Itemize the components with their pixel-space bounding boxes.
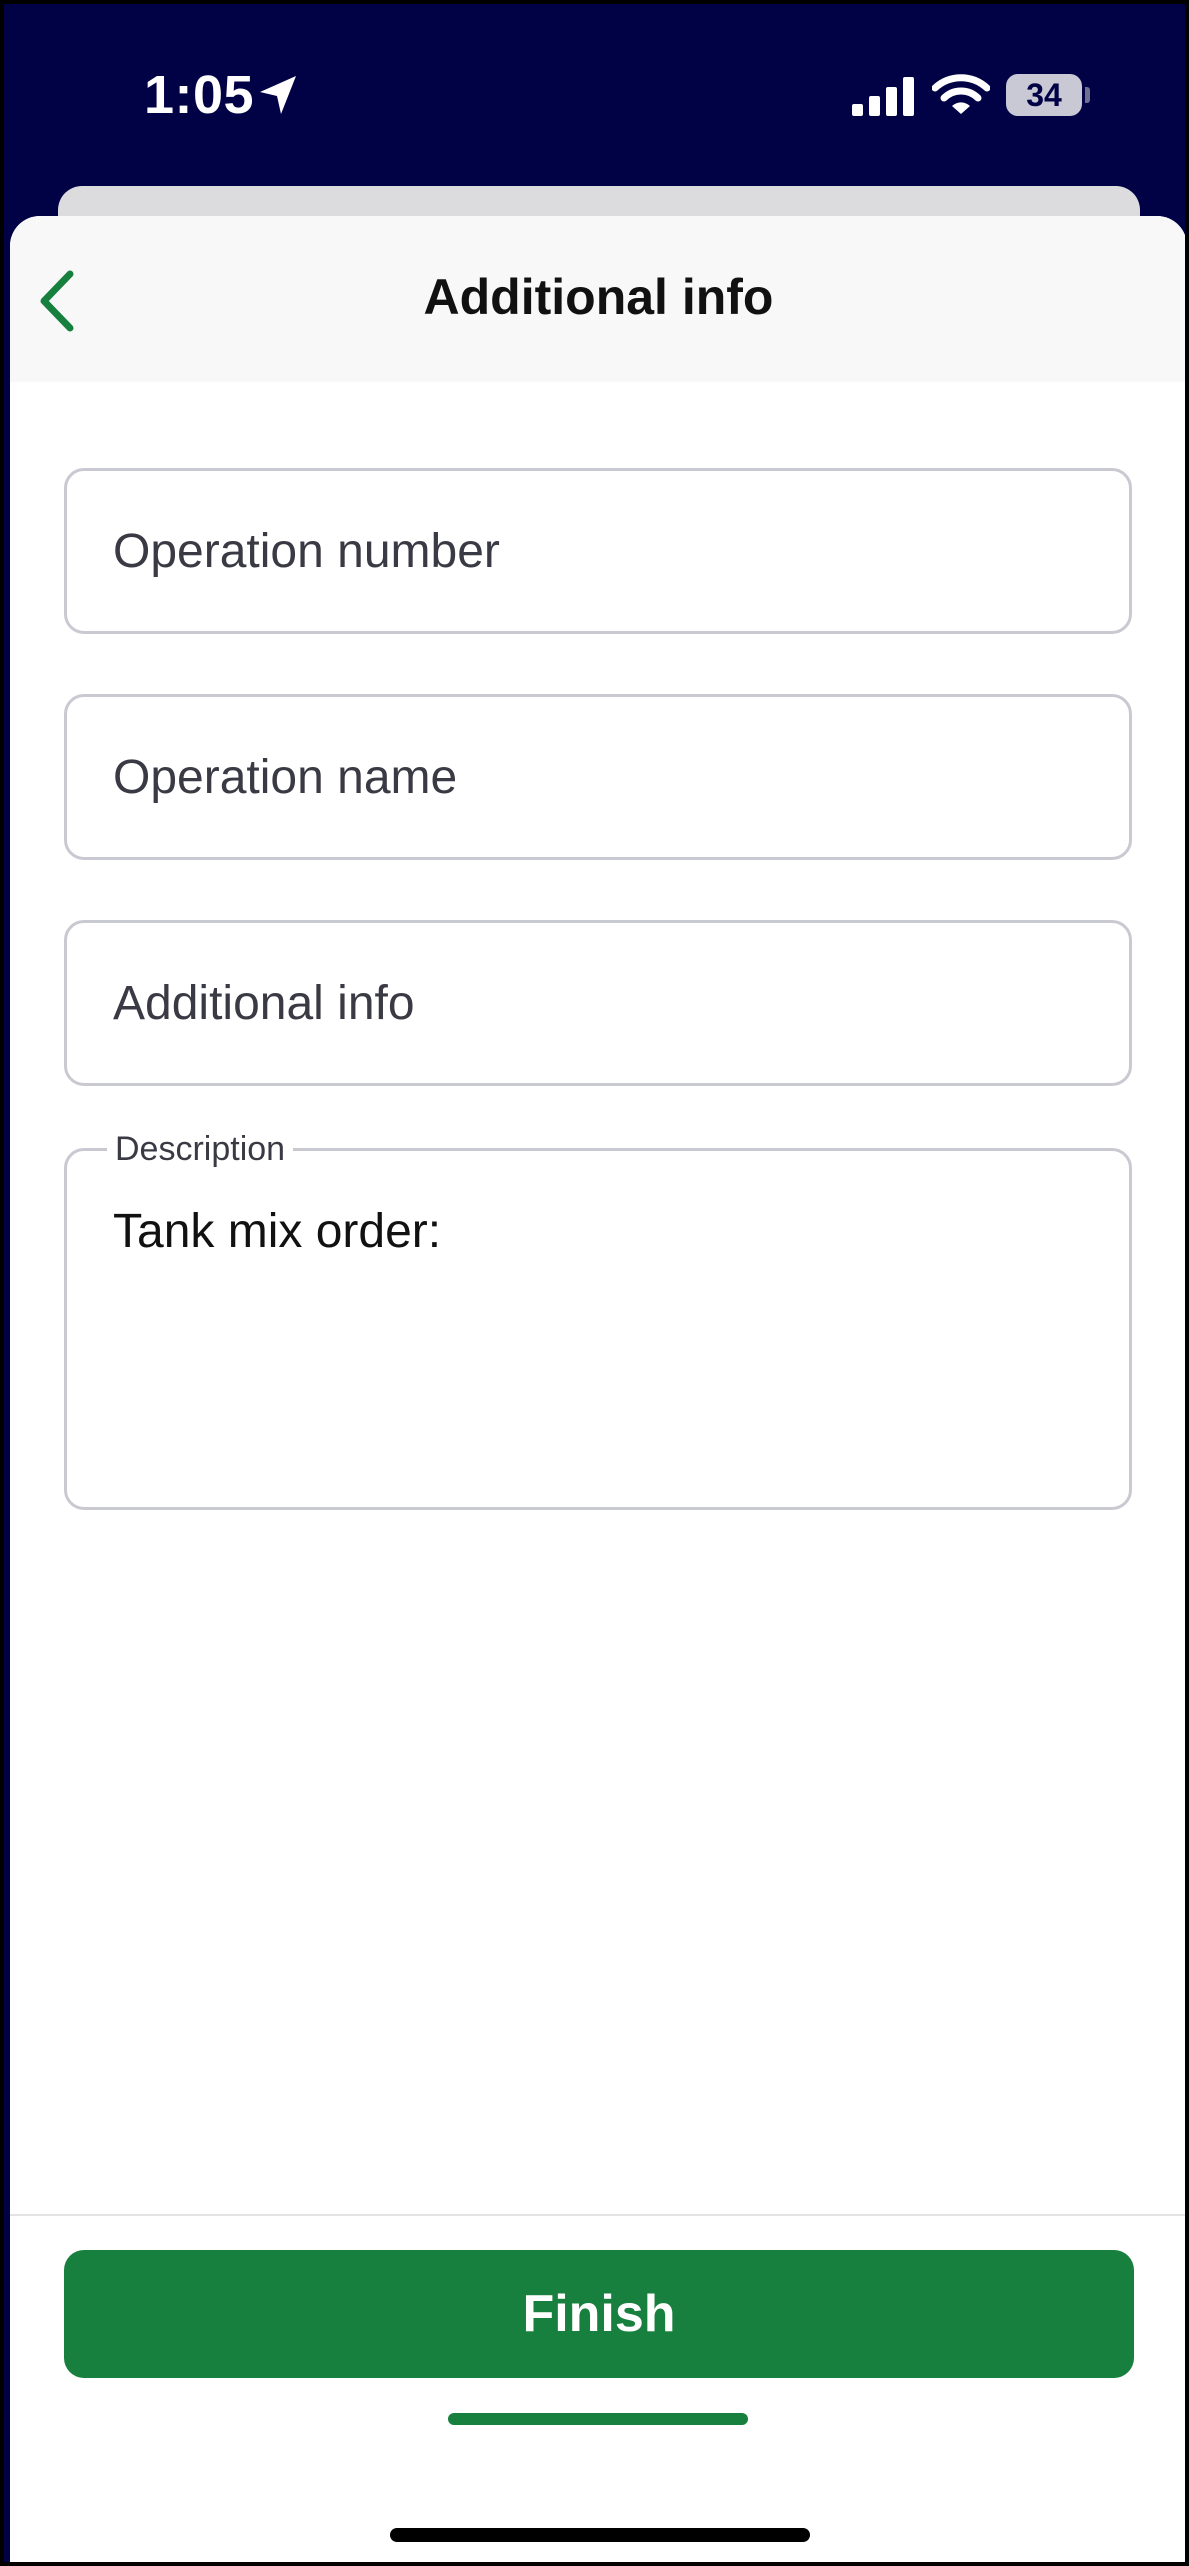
home-indicator xyxy=(390,2528,810,2542)
footer-divider xyxy=(10,2214,1185,2216)
status-time: 1:05 xyxy=(144,65,255,125)
description-label: Description xyxy=(107,1127,294,1171)
operation-number-input[interactable] xyxy=(67,471,1129,631)
battery-level: 34 xyxy=(1026,76,1062,113)
operation-name-field xyxy=(64,694,1132,860)
device-frame: 1:05 34 Additional info Operation number… xyxy=(0,0,1189,2566)
battery-tip xyxy=(1085,87,1090,103)
operation-number-field xyxy=(64,468,1132,634)
progress-indicator xyxy=(448,2413,748,2425)
location-arrow-icon xyxy=(260,76,296,114)
additional-info-field xyxy=(64,920,1132,1086)
additional-info-input[interactable] xyxy=(67,923,1129,1083)
operation-name-input[interactable] xyxy=(67,697,1129,857)
nav-bar: Additional info xyxy=(10,216,1185,382)
modal-sheet: Additional info Tank mix order: Descript… xyxy=(10,216,1185,2562)
cellular-signal-icon xyxy=(852,77,914,116)
finish-button[interactable]: Finish xyxy=(64,2250,1134,2378)
battery-icon: 34 xyxy=(1006,74,1082,116)
description-textarea[interactable]: Tank mix order: xyxy=(67,1151,1129,1507)
page-title: Additional info xyxy=(423,269,774,325)
wifi-icon xyxy=(932,74,990,114)
description-field: Tank mix order: Description xyxy=(64,1127,1132,1510)
